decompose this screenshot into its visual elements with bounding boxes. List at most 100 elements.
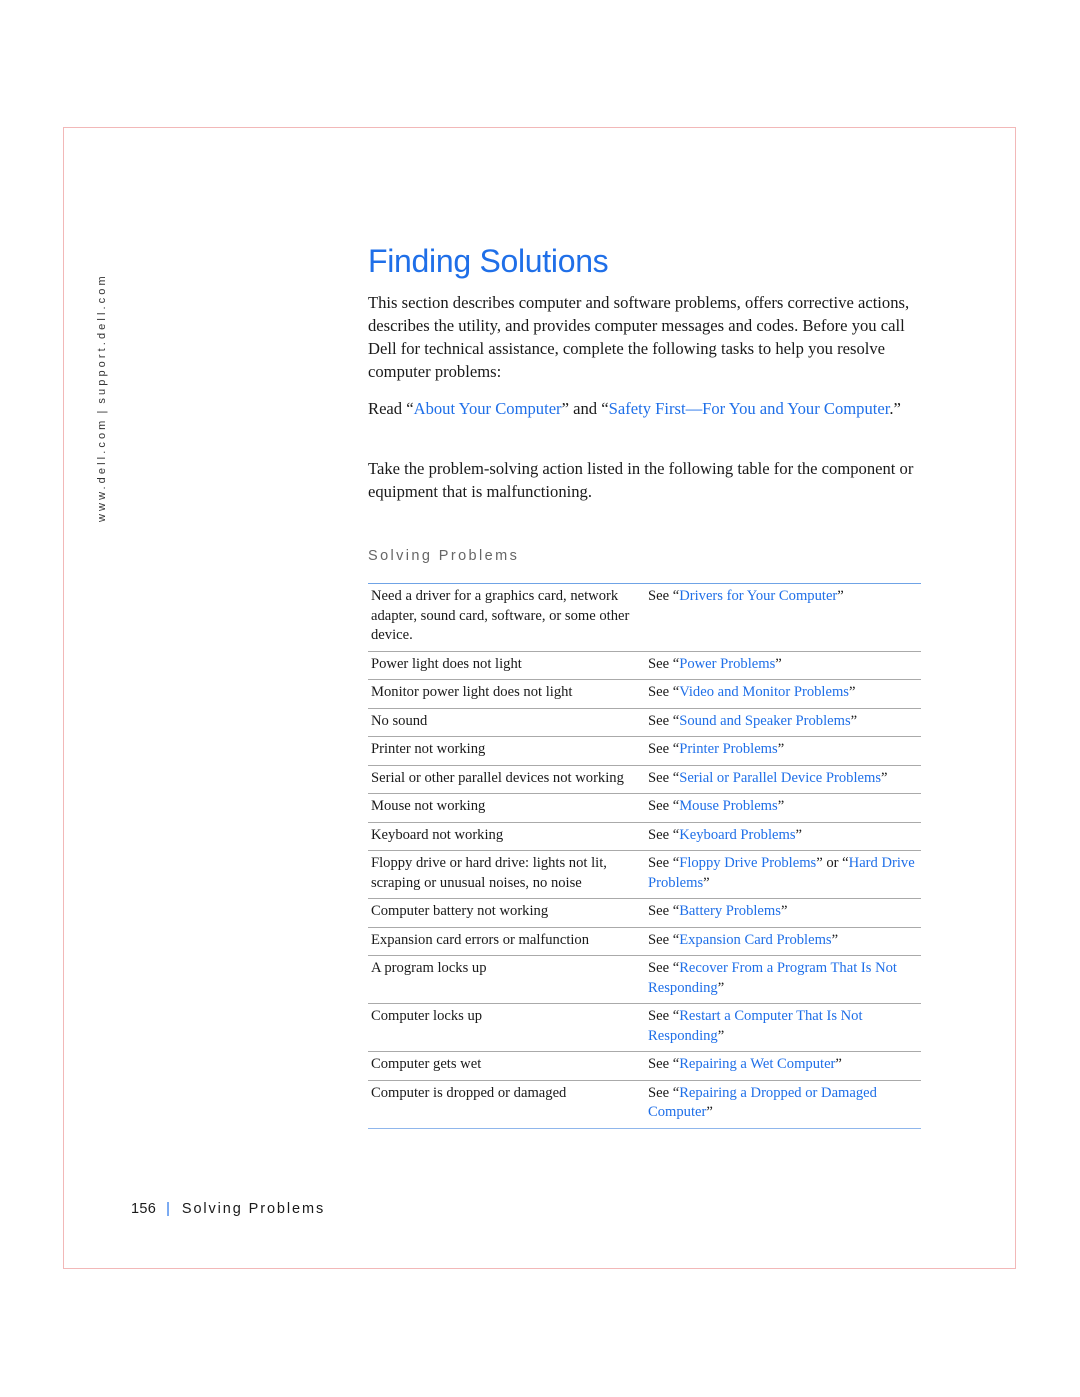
problem-cell: No sound (368, 707, 645, 737)
solution-link[interactable]: Serial or Parallel Device Problems (679, 770, 881, 786)
safety-first-link[interactable]: Safety First—For You and Your Computer (609, 399, 890, 418)
solution-cell: See “Power Problems” (645, 650, 921, 680)
closing-quote: ” (795, 826, 803, 843)
solution-link[interactable]: Repairing a Dropped or Damaged Computer (648, 1085, 877, 1121)
table-row: Keyboard not working See “Keyboard Proble… (368, 821, 921, 851)
page-footer: 156 | Solving Problems (131, 1201, 325, 1217)
see-prefix: See “ (648, 588, 680, 604)
solution-cell: See “Keyboard Problems” (645, 821, 921, 851)
see-prefix: See “ (648, 741, 680, 757)
solution-link[interactable]: Drivers for Your Computer (679, 588, 837, 604)
table-row: Computer locks up See “Restart a Computer… (368, 1003, 921, 1052)
table-row: Printer not working See “Printer Problems… (368, 736, 921, 765)
solution-link[interactable]: Printer Problems (679, 741, 778, 757)
table-row: Computer is dropped or damaged See “Repai… (368, 1079, 921, 1128)
table-row: Floppy drive or hard drive: lights not l… (368, 850, 921, 899)
table-row: Need a driver for a graphics card, netwo… (368, 584, 921, 652)
see-prefix: See “ (648, 712, 680, 729)
solution-link[interactable]: Power Problems (679, 656, 775, 672)
read-suffix: .” (889, 399, 901, 418)
problem-cell: Mouse not working (368, 793, 645, 822)
problem-cell: Need a driver for a graphics card, netwo… (371, 588, 630, 643)
intro-paragraph: This section describes computer and soft… (368, 293, 910, 381)
footer-section-title: Solving Problems (181, 1201, 326, 1217)
solution-link[interactable]: Restart a Computer That Is Not Respondin… (648, 1008, 863, 1044)
about-your-computer-link[interactable]: About Your Computer (414, 399, 562, 418)
table-row: Serial or other parallel devices not wor… (368, 764, 921, 794)
problem-cell: Expansion card errors or malfunction (368, 926, 645, 956)
solution-link[interactable]: Mouse Problems (679, 798, 778, 814)
solution-link[interactable]: Recover From a Program That Is Not Respo… (648, 960, 897, 996)
closing-quote: ” (848, 684, 856, 700)
see-prefix: See “ (648, 1008, 680, 1024)
see-prefix: See “ (648, 1056, 680, 1072)
see-prefix: See “ (648, 931, 680, 948)
solution-link[interactable]: Floppy Drive Problems (679, 855, 816, 871)
side-url-separator: | (96, 407, 108, 414)
problem-cell: Monitor power light does not light (368, 679, 645, 708)
closing-quote: ” (706, 1104, 713, 1120)
table-row: Power light does not light See “Power Pro… (368, 650, 921, 680)
problem-cell: Floppy drive or hard drive: lights not l… (368, 850, 645, 899)
problem-cell: Printer not working (368, 736, 645, 765)
solution-cell: See “Recover From a Program That Is Not … (645, 955, 921, 1004)
see-prefix: See “ (648, 684, 680, 700)
see-prefix: See “ (648, 769, 680, 786)
problem-cell: Computer battery not working (368, 898, 645, 927)
table-row: No sound See “Sound and Speaker Problems” (368, 707, 921, 737)
closing-quote: ” (777, 798, 785, 814)
footer-separator: | (166, 1201, 170, 1217)
solution-link[interactable]: Keyboard Problems (679, 827, 795, 843)
see-prefix: See “ (648, 655, 680, 672)
solution-cell: See “Repairing a Wet Computer” (645, 1051, 921, 1080)
table-row: Monitor power light does not light See “V… (368, 679, 921, 708)
closing-quote: ” (850, 712, 858, 729)
closing-quote: ” (717, 1027, 725, 1044)
closing-quote: ” (881, 769, 888, 786)
table-row: A program locks up See “Recover From a Pr… (368, 955, 921, 1004)
table-title: Solving Problems (368, 548, 520, 564)
closing-quote: ” (703, 874, 710, 891)
solution-cell: See “Serial or Parallel Device Problems” (645, 764, 921, 794)
or-separator: ” or “ (816, 855, 849, 871)
problem-cell: Computer gets wet (368, 1051, 645, 1080)
solution-cell: See “Sound and Speaker Problems” (645, 707, 921, 737)
see-prefix: See “ (648, 826, 680, 843)
closing-quote: ” (837, 588, 844, 604)
see-prefix: See “ (648, 798, 680, 814)
solution-link[interactable]: Battery Problems (679, 903, 781, 919)
table-row: Computer battery not working See “Battery… (368, 898, 921, 927)
read-paragraph: Read “About Your Computer” and “Safety F… (368, 397, 928, 420)
side-url-dell: www.dell.com (96, 417, 108, 522)
page-number: 156 (131, 1201, 157, 1217)
side-url: www.dell.com | support.dell.com (96, 273, 108, 522)
closing-quote: ” (777, 741, 785, 757)
closing-quote: ” (831, 931, 839, 948)
side-url-support: support.dell.com (96, 273, 108, 404)
see-prefix: See “ (648, 960, 680, 976)
problem-cell: Computer locks up (368, 1003, 645, 1052)
closing-quote: ” (717, 979, 725, 996)
solution-cell: See “Video and Monitor Problems” (645, 679, 921, 708)
solution-cell: See “Drivers for Your Computer” (645, 584, 921, 652)
solution-cell: See “Printer Problems” (645, 736, 921, 765)
see-prefix: See “ (648, 1084, 680, 1101)
table-row: Computer gets wet See “Repairing a Wet Co… (368, 1051, 921, 1080)
solution-link[interactable]: Repairing a Wet Computer (679, 1056, 835, 1072)
problem-cell: Serial or other parallel devices not wor… (368, 764, 645, 794)
solution-cell: See “Battery Problems” (645, 898, 921, 927)
problem-cell: Power light does not light (368, 650, 645, 680)
solution-cell: See “Expansion Card Problems” (645, 926, 921, 956)
solution-link[interactable]: Video and Monitor Problems (679, 684, 849, 700)
see-prefix: See “ (648, 855, 680, 871)
solution-cell: See “Floppy Drive Problems” or “Hard Dri… (645, 850, 921, 899)
solution-link[interactable]: Expansion Card Problems (679, 932, 831, 948)
problem-cell: A program locks up (368, 955, 645, 1004)
closing-quote: ” (835, 1056, 842, 1072)
read-middle: ” and “ (561, 399, 609, 418)
solution-cell: See “Restart a Computer That Is Not Resp… (645, 1003, 921, 1052)
solution-link[interactable]: Sound and Speaker Problems (679, 713, 850, 729)
problem-cell: Computer is dropped or damaged (368, 1079, 645, 1128)
closing-quote: ” (775, 655, 782, 672)
read-prefix: Read “ (368, 399, 414, 418)
